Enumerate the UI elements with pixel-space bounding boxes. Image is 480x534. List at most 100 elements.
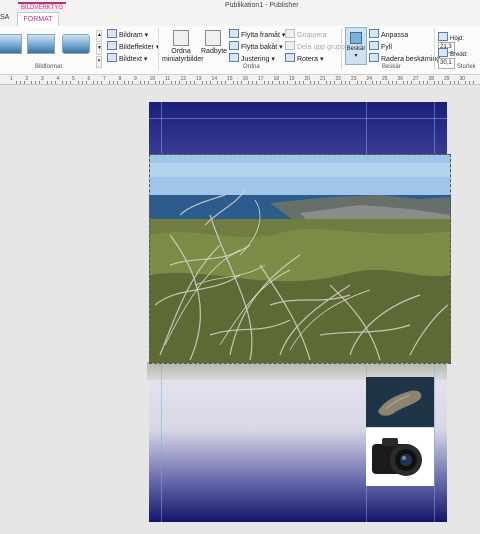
ruler-tick [465, 81, 467, 84]
ruler-tick [178, 81, 180, 84]
ruler-tick [407, 81, 409, 84]
island-thumbnail[interactable] [366, 377, 434, 427]
ruler-number: 22 [335, 76, 342, 82]
bring-forward-icon [229, 29, 239, 38]
tab-partial[interactable]: SA [0, 14, 9, 21]
arrange-thumbnails-button[interactable]: Ordna miniatyrbilder [162, 30, 204, 64]
picture-style-thumbnail[interactable] [27, 34, 55, 54]
ruler-tick [395, 81, 397, 84]
horizontal-ruler[interactable]: 1 2 3 4 5 6 7 8 9 10 11 12 13 14 15 16 17 18 19 20 21 22 23 24 2… [0, 75, 480, 85]
ungroup-button[interactable]: Dela upp grupp [285, 41, 345, 51]
tab-format[interactable]: FORMAT [17, 12, 59, 26]
camera-thumbnail[interactable] [366, 428, 434, 486]
ruler-number: 8 [118, 76, 122, 82]
ruler-tick [314, 81, 316, 84]
ruler-tick [349, 81, 351, 84]
ruler-tick [159, 81, 161, 84]
ruler-tick [174, 81, 176, 84]
ruler-tick [221, 81, 223, 84]
divider [341, 28, 342, 70]
ruler-tick [318, 81, 320, 84]
ruler-tick [325, 81, 327, 84]
gallery-scroll[interactable]: ▲ ▼ ▾ [96, 30, 102, 68]
window-title: Publikation1 - Publisher [225, 2, 299, 9]
ruler-tick [108, 81, 110, 84]
ruler-tick [132, 81, 134, 84]
ruler-tick [15, 81, 17, 84]
group-label-storlek: Storlek [457, 64, 476, 70]
ruler-tick [54, 81, 56, 84]
landscape-photo-art [150, 155, 450, 363]
ruler-tick [287, 81, 289, 84]
ruler-tick [438, 81, 440, 84]
ruler-tick [380, 81, 382, 84]
picture-border-button[interactable]: Bildram ▾ [107, 29, 148, 39]
ruler-tick [310, 81, 312, 84]
chevron-up-icon[interactable]: ▲ [96, 30, 102, 42]
divider [434, 28, 435, 70]
ruler-tick [356, 81, 358, 84]
ruler-tick [345, 81, 347, 84]
picture-effects-button[interactable]: Bildeffekter ▾ [107, 41, 159, 51]
width-icon [438, 48, 450, 58]
ruler-number: 11 [165, 76, 171, 82]
ruler-tick [372, 81, 374, 84]
picture-border-icon [107, 29, 117, 38]
ruler-tick [209, 81, 211, 84]
ruler-number: 14 [211, 76, 218, 82]
ribbon-tab-row: SA FORMAT [0, 12, 480, 27]
rotate-button[interactable]: Rotera ▾ [285, 53, 323, 63]
ruler-tick [403, 81, 405, 84]
picture-effects-icon [107, 41, 117, 50]
ruler-tick [217, 81, 219, 84]
gallery-more-icon[interactable]: ▾ [96, 56, 102, 68]
ruler-tick [449, 81, 451, 84]
margin-guide [149, 118, 447, 119]
fill-icon [369, 41, 379, 50]
ruler-tick [101, 81, 103, 84]
chevron-down-icon[interactable]: ▼ [96, 43, 102, 55]
ruler-number: 21 [320, 76, 326, 82]
ruler-tick [271, 81, 273, 84]
wrap-text-button[interactable]: Radbyte [201, 30, 227, 56]
bring-forward-button[interactable]: Flytta framåt ▾ [229, 29, 285, 39]
ruler-tick [163, 81, 165, 84]
landscape-photo[interactable] [149, 154, 451, 364]
ruler-tick [256, 81, 258, 84]
ruler-number: 15 [227, 76, 233, 82]
ruler-tick [442, 81, 444, 84]
ruler-tick [240, 81, 242, 84]
ungroup-icon [285, 41, 295, 50]
ruler-tick [457, 81, 459, 84]
caption-icon [107, 53, 117, 62]
divider [158, 28, 159, 70]
ruler-number: 6 [87, 76, 91, 82]
group-icon [285, 29, 295, 38]
ruler-tick [329, 81, 331, 84]
ruler-tick [139, 81, 141, 84]
ruler-number: 20 [304, 76, 311, 82]
caption-button[interactable]: Bildtext ▾ [107, 53, 147, 63]
align-button[interactable]: Justering ▾ [229, 53, 275, 63]
fill-button[interactable]: Fyll [369, 41, 392, 51]
clear-crop-button[interactable]: Radera beskärning [369, 53, 440, 63]
width-input[interactable]: 30,1 [438, 58, 455, 69]
ruler-tick [97, 81, 99, 84]
ruler-tick [294, 81, 296, 84]
ruler-number: 16 [242, 76, 249, 82]
ruler-tick [70, 81, 72, 84]
ruler-tick [19, 81, 21, 84]
ruler-tick [411, 81, 413, 84]
height-icon [438, 32, 450, 42]
wrap-text-icon [205, 30, 221, 46]
crop-button[interactable]: Beskär ▾ [345, 27, 367, 65]
ruler-tick [426, 81, 428, 84]
ruler-number: 27 [413, 76, 419, 82]
send-backward-button[interactable]: Flytta bakåt ▾ [229, 41, 283, 51]
picture-style-thumbnail[interactable] [0, 34, 22, 54]
group-button[interactable]: Gruppera [285, 29, 327, 39]
fit-button[interactable]: Anpassa [369, 29, 408, 39]
picture-style-thumbnail[interactable] [62, 34, 90, 54]
crop-icon [350, 32, 362, 44]
rotate-icon [285, 53, 295, 62]
